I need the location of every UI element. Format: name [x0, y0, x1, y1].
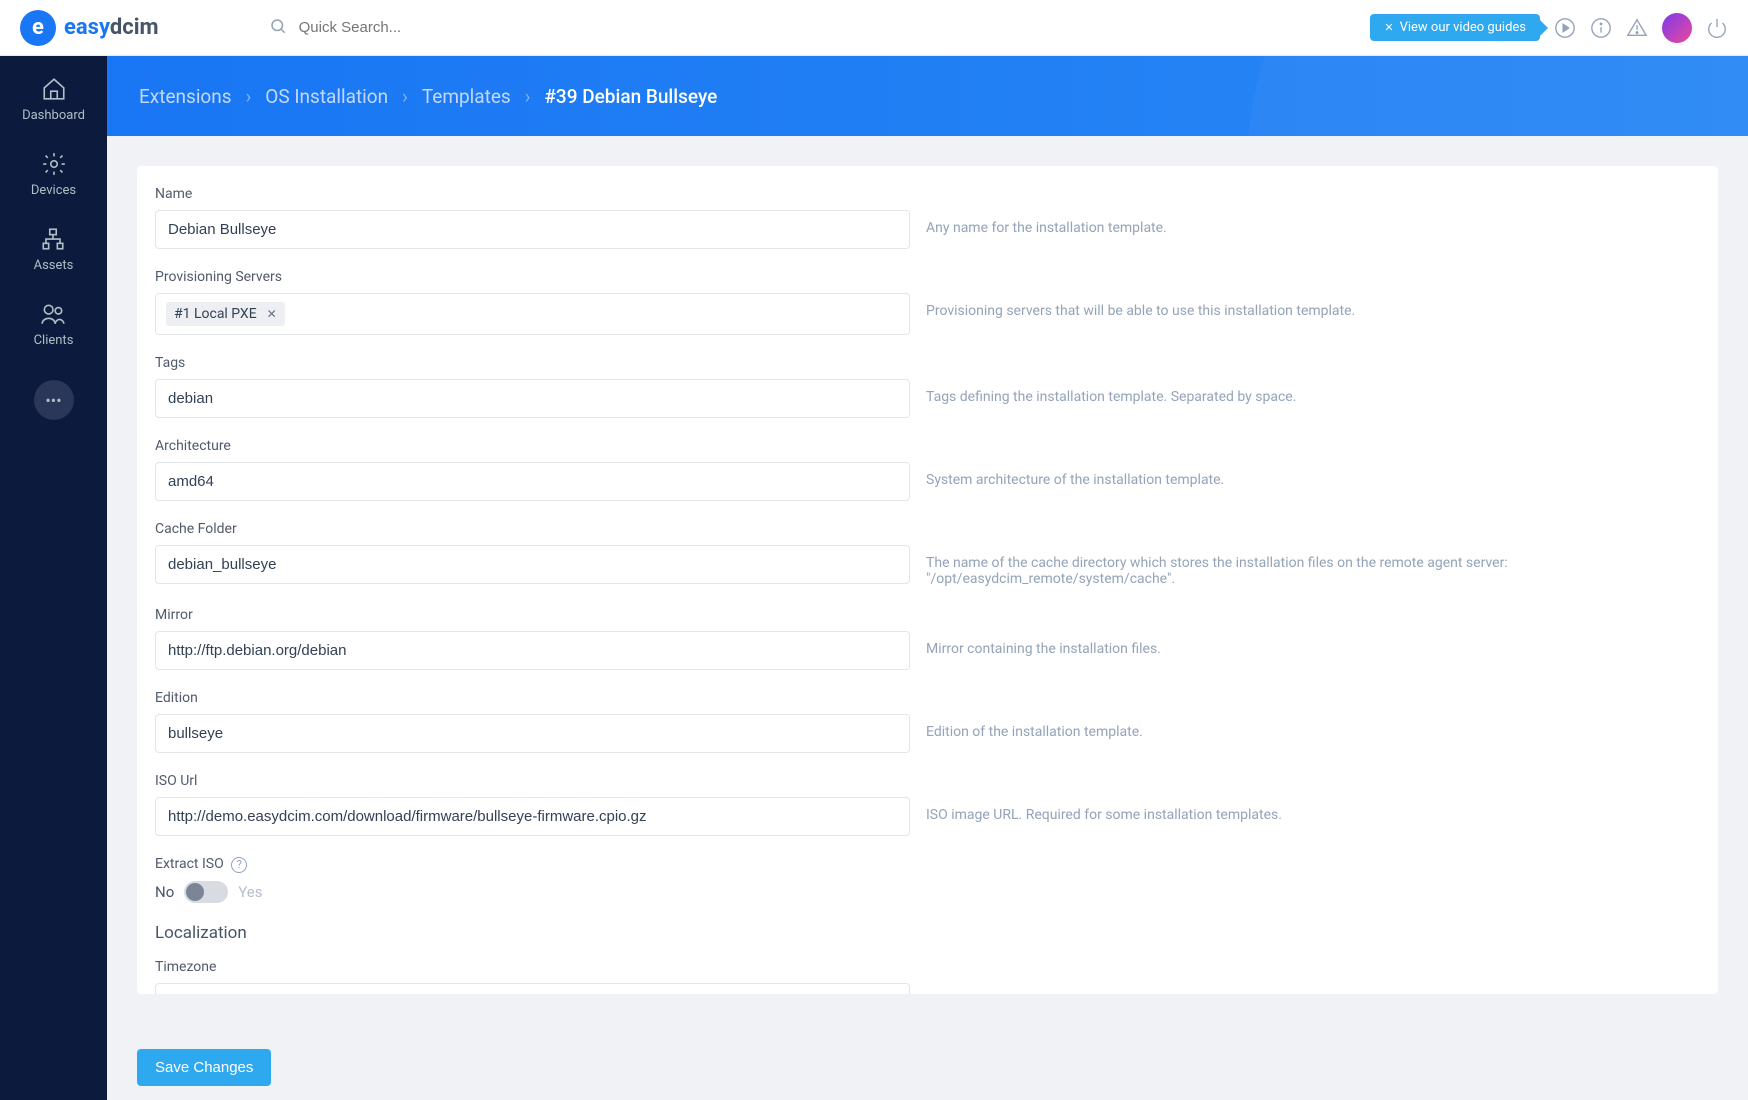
- breadcrumb-templates[interactable]: Templates: [422, 85, 511, 108]
- chevron-right-icon: ›: [246, 85, 252, 108]
- tags-label: Tags: [155, 355, 1700, 371]
- header-right: ✕ View our video guides: [1370, 13, 1728, 43]
- main: Name Any name for the installation templ…: [107, 136, 1748, 1100]
- sidebar-item-clients[interactable]: Clients: [34, 301, 74, 348]
- iso-label: ISO Url: [155, 773, 1700, 789]
- save-bar: Save Changes: [137, 1035, 1718, 1100]
- sidebar-item-label: Clients: [34, 333, 74, 348]
- edition-label: Edition: [155, 690, 1700, 706]
- chevron-right-icon: ›: [402, 85, 408, 108]
- chevron-right-icon: ›: [525, 85, 531, 108]
- extract-no-label: No: [155, 883, 174, 901]
- users-icon: [40, 301, 66, 327]
- field-mirror: Mirror Mirror containing the installatio…: [155, 607, 1700, 670]
- info-icon[interactable]: [1590, 17, 1612, 39]
- toggle-knob: [186, 883, 204, 901]
- play-icon[interactable]: [1554, 17, 1576, 39]
- sidebar-item-dashboard[interactable]: Dashboard: [22, 76, 85, 123]
- search-input[interactable]: [299, 19, 599, 36]
- field-provisioning: Provisioning Servers #1 Local PXE ✕ Prov…: [155, 269, 1700, 335]
- edition-input[interactable]: [155, 714, 910, 753]
- sidebar-item-label: Dashboard: [22, 108, 85, 123]
- name-desc: Any name for the installation template.: [926, 210, 1700, 236]
- power-icon[interactable]: [1706, 17, 1728, 39]
- arch-desc: System architecture of the installation …: [926, 462, 1700, 488]
- chip-label: #1 Local PXE: [174, 306, 257, 322]
- provisioning-chip: #1 Local PXE ✕: [166, 302, 285, 326]
- network-icon: [40, 226, 66, 252]
- sidebar-item-devices[interactable]: Devices: [31, 151, 76, 198]
- close-icon[interactable]: ✕: [1384, 21, 1393, 34]
- cache-label: Cache Folder: [155, 521, 1700, 537]
- provisioning-desc: Provisioning servers that will be able t…: [926, 293, 1700, 319]
- alert-icon[interactable]: [1626, 17, 1648, 39]
- more-button[interactable]: •••: [34, 380, 74, 420]
- name-input[interactable]: [155, 210, 910, 249]
- arch-input[interactable]: [155, 462, 910, 501]
- name-label: Name: [155, 186, 1700, 202]
- help-icon[interactable]: ?: [231, 857, 247, 873]
- mirror-desc: Mirror containing the installation files…: [926, 631, 1700, 657]
- logo-text: easydcim: [64, 15, 159, 40]
- tags-input[interactable]: [155, 379, 910, 418]
- breadcrumb: Extensions › OS Installation › Templates…: [107, 56, 1748, 136]
- field-extract: Extract ISO ? No Yes: [155, 856, 1700, 903]
- video-guides-label: View our video guides: [1400, 20, 1526, 35]
- logo-icon: e: [20, 10, 56, 46]
- video-guides-button[interactable]: ✕ View our video guides: [1370, 14, 1540, 41]
- home-icon: [41, 76, 67, 102]
- field-name: Name Any name for the installation templ…: [155, 186, 1700, 249]
- sidebar-item-label: Assets: [34, 258, 74, 273]
- timezone-input[interactable]: [155, 983, 910, 995]
- field-edition: Edition Edition of the installation temp…: [155, 690, 1700, 753]
- top-header: e easydcim ✕ View our video guides: [0, 0, 1748, 56]
- timezone-label: Timezone: [155, 959, 1700, 975]
- field-cache: Cache Folder The name of the cache direc…: [155, 521, 1700, 587]
- field-iso: ISO Url ISO image URL. Required for some…: [155, 773, 1700, 836]
- iso-desc: ISO image URL. Required for some install…: [926, 797, 1700, 823]
- chip-remove-icon[interactable]: ✕: [267, 307, 277, 321]
- breadcrumb-current: #39 Debian Bullseye: [544, 85, 717, 108]
- search-icon[interactable]: [269, 17, 287, 39]
- cache-desc: The name of the cache directory which st…: [926, 545, 1700, 587]
- gear-icon: [41, 151, 67, 177]
- arch-label: Architecture: [155, 438, 1700, 454]
- mirror-input[interactable]: [155, 631, 910, 670]
- sidebar-item-label: Devices: [31, 183, 76, 198]
- dots-icon: •••: [45, 391, 61, 410]
- cache-input[interactable]: [155, 545, 910, 584]
- form-card: Name Any name for the installation templ…: [137, 166, 1718, 994]
- save-button[interactable]: Save Changes: [137, 1049, 271, 1086]
- iso-input[interactable]: [155, 797, 910, 836]
- localization-heading: Localization: [155, 923, 1700, 943]
- field-architecture: Architecture System architecture of the …: [155, 438, 1700, 501]
- tags-desc: Tags defining the installation template.…: [926, 379, 1700, 405]
- field-tags: Tags Tags defining the installation temp…: [155, 355, 1700, 418]
- field-timezone: Timezone The time zone of the target ope…: [155, 959, 1700, 995]
- avatar[interactable]: [1662, 13, 1692, 43]
- extract-yes-label: Yes: [238, 883, 262, 901]
- mirror-label: Mirror: [155, 607, 1700, 623]
- sidebar: Dashboard Devices Assets Clients •••: [0, 56, 107, 1100]
- provisioning-label: Provisioning Servers: [155, 269, 1700, 285]
- provisioning-input[interactable]: #1 Local PXE ✕: [155, 293, 910, 335]
- extract-label: Extract ISO ?: [155, 856, 1700, 873]
- edition-desc: Edition of the installation template.: [926, 714, 1700, 740]
- logo[interactable]: e easydcim: [20, 10, 159, 46]
- search-wrap: [269, 17, 1371, 39]
- sidebar-item-assets[interactable]: Assets: [34, 226, 74, 273]
- timezone-desc: The time zone of the target operating sy…: [926, 983, 1700, 995]
- breadcrumb-os-installation[interactable]: OS Installation: [265, 85, 388, 108]
- breadcrumb-extensions[interactable]: Extensions: [139, 85, 232, 108]
- extract-toggle[interactable]: [184, 881, 228, 903]
